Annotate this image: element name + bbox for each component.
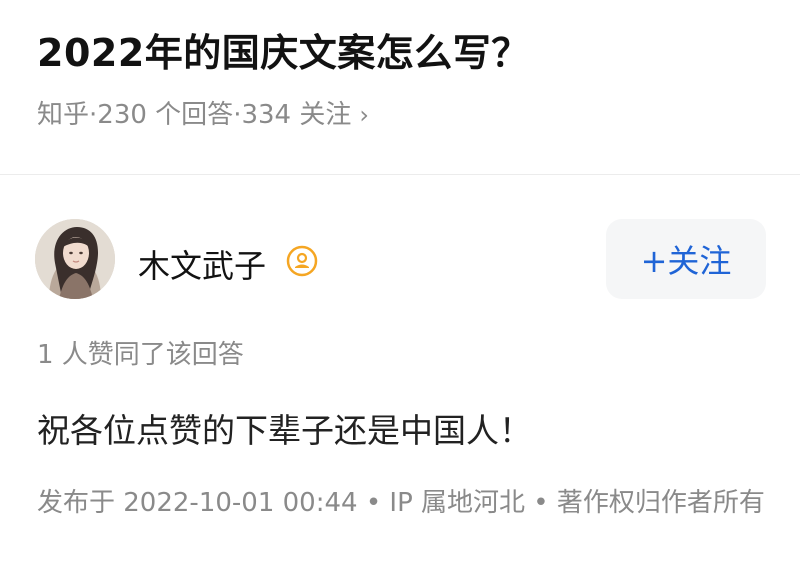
divider [0,174,800,175]
answer-count: 230 个回答 [97,100,234,130]
follow-button[interactable]: +关注 [606,219,766,299]
follower-count: 334 关注 [241,100,352,130]
avatar-portrait-icon [35,219,115,299]
question-meta[interactable]: 知乎·230 个回答·334 关注 › [37,94,369,131]
likes-line[interactable]: 1 人赞同了该回答 [37,334,244,371]
answer-meta: 发布于 2022-10-01 00:44 • IP 属地河北 • 著作权归作者所… [37,488,765,518]
author-name[interactable]: 木文武子 [138,241,266,287]
avatar[interactable] [35,219,115,299]
source-label: 知乎 [37,100,90,130]
answer-text: 祝各位点赞的下辈子还是中国人！ [37,411,532,450]
user-badge-icon [286,245,318,277]
question-title[interactable]: 2022年的国庆文案怎么写？ [37,22,530,77]
chevron-right-icon: › [359,101,369,129]
